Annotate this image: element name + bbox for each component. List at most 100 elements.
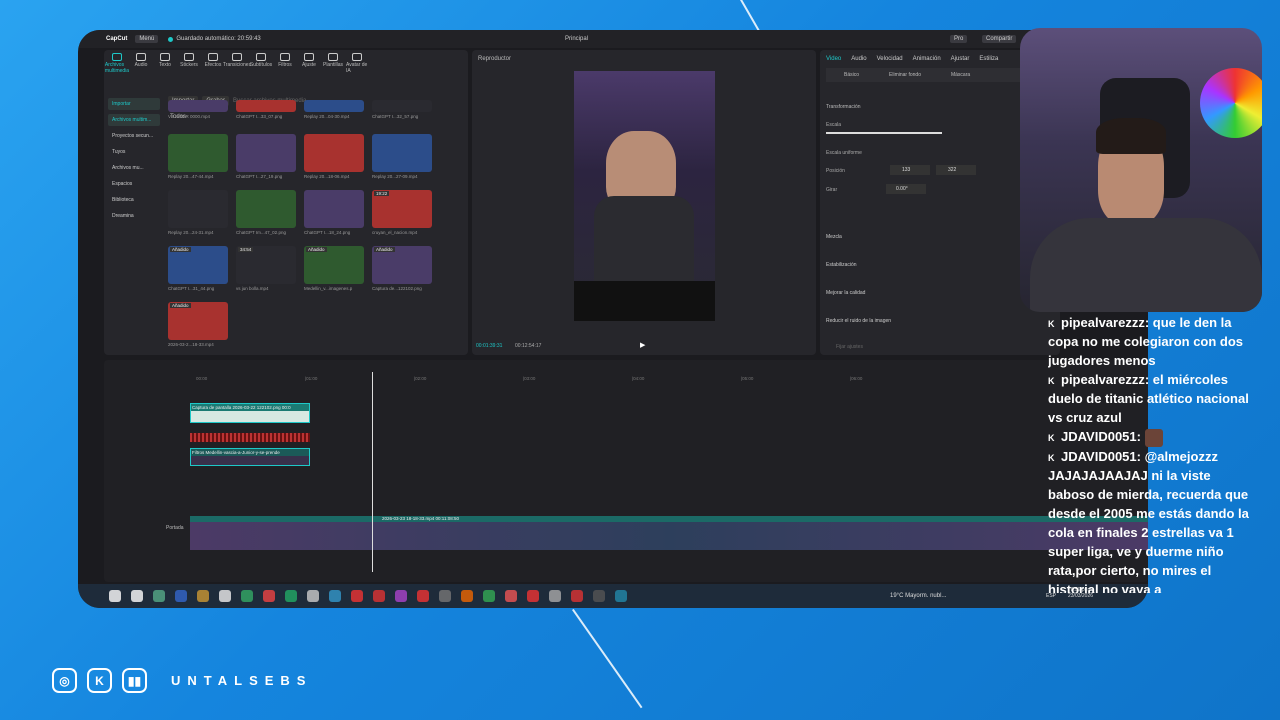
taskbar-app-icon[interactable] bbox=[439, 590, 451, 602]
inspector-tab[interactable]: Velocidad bbox=[877, 56, 903, 62]
sidebar-item[interactable]: Biblioteca bbox=[108, 194, 160, 206]
language-indicator[interactable]: ESP bbox=[1046, 593, 1056, 599]
media-thumbnail[interactable] bbox=[236, 190, 296, 228]
toolbar-templates-button[interactable]: Plantillas bbox=[322, 53, 344, 74]
taskbar-app-icon[interactable] bbox=[329, 590, 341, 602]
clip-label: Captura de pantalla 2026-03-22 122102.pn… bbox=[191, 404, 309, 411]
sidebar-item[interactable]: Archivos mu... bbox=[108, 162, 160, 174]
total-time: 00:12:54:17 bbox=[515, 343, 542, 349]
toolbar-media-button[interactable]: Archivos multimedia bbox=[105, 53, 129, 74]
inspector-subtab[interactable]: Eliminar fondo bbox=[889, 72, 921, 78]
media-thumbnail[interactable] bbox=[168, 190, 228, 228]
media-thumbnail[interactable]: Añadido bbox=[168, 302, 228, 340]
taskbar-app-icon[interactable] bbox=[593, 590, 605, 602]
media-filename: ChatGPT I...32_57.png bbox=[372, 114, 419, 119]
toolbar-text-button[interactable]: Texto bbox=[154, 53, 176, 74]
inspector-tab[interactable]: Audio bbox=[851, 56, 866, 62]
toolbar-subtitles-button[interactable]: Subtítulos bbox=[250, 53, 272, 74]
taskbar-app-icon[interactable] bbox=[461, 590, 473, 602]
quality-toggle[interactable]: Mejorar la calidad bbox=[826, 290, 865, 296]
inspector-tab[interactable]: Video bbox=[826, 56, 841, 62]
audio-clip[interactable] bbox=[190, 433, 310, 442]
media-filename: Replay 20...27-09.mp4 bbox=[372, 174, 418, 179]
stabilize-toggle[interactable]: Estabilización bbox=[826, 262, 857, 268]
taskbar-app-icon[interactable] bbox=[109, 590, 121, 602]
sidebar-item[interactable]: Importar bbox=[108, 98, 160, 110]
share-button[interactable]: Compartir bbox=[982, 35, 1017, 43]
play-button[interactable]: ▶ bbox=[640, 341, 645, 349]
media-thumbnail[interactable]: 34:54 bbox=[236, 246, 296, 284]
sidebar-item[interactable]: Tuyos bbox=[108, 146, 160, 158]
media-thumbnail[interactable]: Añadido bbox=[304, 246, 364, 284]
noise-toggle[interactable]: Reducir el ruido de la imagen bbox=[826, 318, 891, 324]
taskbar-app-icon[interactable] bbox=[417, 590, 429, 602]
media-filename: 2026-03-2...18-33.mp4 bbox=[168, 342, 214, 347]
scale-slider[interactable] bbox=[826, 132, 942, 134]
save-preset-button[interactable]: Fijar ajustes bbox=[836, 344, 863, 350]
taskbar-app-icon[interactable] bbox=[285, 590, 297, 602]
toolbar-adjust-button[interactable]: Ajuste bbox=[298, 53, 320, 74]
media-thumbnail[interactable] bbox=[304, 190, 364, 228]
taskbar-app-icon[interactable] bbox=[197, 590, 209, 602]
toolbar-filters-button[interactable]: Filtros bbox=[274, 53, 296, 74]
blend-toggle[interactable]: Mezcla bbox=[826, 234, 842, 240]
playhead[interactable] bbox=[372, 372, 373, 572]
video-preview[interactable] bbox=[574, 71, 715, 321]
image-clip[interactable]: Captura de pantalla 2026-03-22 122102.pn… bbox=[190, 403, 310, 423]
position-x-field[interactable]: 133 bbox=[890, 165, 930, 175]
taskbar-app-icon[interactable] bbox=[153, 590, 165, 602]
toolbar-transitions-button[interactable]: Transiciones bbox=[223, 53, 251, 74]
taskbar-app-icon[interactable] bbox=[527, 590, 539, 602]
filter-clip[interactable]: Filtros Medellin-vascia-a-Junior-y-se-pr… bbox=[190, 448, 310, 466]
chat-username: JDAVID0051 bbox=[1061, 429, 1137, 444]
toolbar-audio-button[interactable]: Audio bbox=[130, 53, 152, 74]
toolbar-effects-button[interactable]: Efectos bbox=[202, 53, 224, 74]
taskbar-app-icon[interactable] bbox=[395, 590, 407, 602]
pro-button[interactable]: Pro bbox=[950, 35, 968, 43]
sidebar-item[interactable]: Archivos multim... bbox=[108, 114, 160, 126]
taskbar-app-icon[interactable] bbox=[571, 590, 583, 602]
media-thumbnail[interactable]: 19:22 bbox=[372, 190, 432, 228]
taskbar-app-icon[interactable] bbox=[505, 590, 517, 602]
inspector-tab[interactable]: Animación bbox=[913, 56, 941, 62]
taskbar-app-icon[interactable] bbox=[219, 590, 231, 602]
media-thumbnail[interactable] bbox=[168, 100, 228, 112]
taskbar-app-icon[interactable] bbox=[175, 590, 187, 602]
sidebar-item[interactable]: Espacios bbox=[108, 178, 160, 190]
menu-button[interactable]: Menú bbox=[135, 35, 159, 43]
taskbar-app-icon[interactable] bbox=[307, 590, 319, 602]
taskbar-app-icon[interactable] bbox=[483, 590, 495, 602]
rotate-field[interactable]: 0.00° bbox=[886, 184, 926, 194]
media-thumbnail[interactable]: Añadido bbox=[168, 246, 228, 284]
media-thumbnail[interactable] bbox=[304, 134, 364, 172]
media-thumbnail[interactable] bbox=[236, 100, 296, 112]
position-y-field[interactable]: 322 bbox=[936, 165, 976, 175]
inspector-tab[interactable]: Estiliza bbox=[979, 56, 998, 62]
cover-button[interactable]: Portada bbox=[166, 525, 184, 531]
sidebar-item[interactable]: Proyectos secun... bbox=[108, 130, 160, 142]
weather-widget[interactable]: 19°C Mayorm. nubl... bbox=[890, 593, 946, 599]
main-video-clip[interactable]: 2026-03-23 18-18-33.mp4 00:11:08:50 bbox=[190, 516, 1148, 550]
media-thumbnail[interactable] bbox=[372, 134, 432, 172]
media-thumbnail[interactable] bbox=[372, 100, 432, 112]
inspector-tab[interactable]: Ajustar bbox=[951, 56, 970, 62]
media-thumbnail[interactable] bbox=[168, 134, 228, 172]
effects-icon bbox=[208, 53, 218, 61]
media-thumbnail[interactable] bbox=[304, 100, 364, 112]
taskbar-app-icon[interactable] bbox=[373, 590, 385, 602]
inspector-subtab[interactable]: Máscara bbox=[951, 72, 970, 78]
current-time: 00:01:39:31 bbox=[476, 343, 503, 349]
toolbar-avatar-button[interactable]: Avatar de IA bbox=[346, 53, 368, 74]
taskbar-app-icon[interactable] bbox=[131, 590, 143, 602]
taskbar-app-icon[interactable] bbox=[549, 590, 561, 602]
taskbar-app-icon[interactable] bbox=[263, 590, 275, 602]
media-thumbnail[interactable] bbox=[236, 134, 296, 172]
taskbar-app-icon[interactable] bbox=[241, 590, 253, 602]
toolbar-sticker-button[interactable]: Stickers bbox=[178, 53, 200, 74]
inspector-subtab[interactable]: Básico bbox=[844, 72, 859, 78]
taskbar-app-icon[interactable] bbox=[615, 590, 627, 602]
taskbar-app-icon[interactable] bbox=[351, 590, 363, 602]
media-thumbnail[interactable]: Añadido bbox=[372, 246, 432, 284]
sidebar-item[interactable]: Dreamina bbox=[108, 210, 160, 222]
toolbar-label: Stickers bbox=[180, 62, 198, 68]
